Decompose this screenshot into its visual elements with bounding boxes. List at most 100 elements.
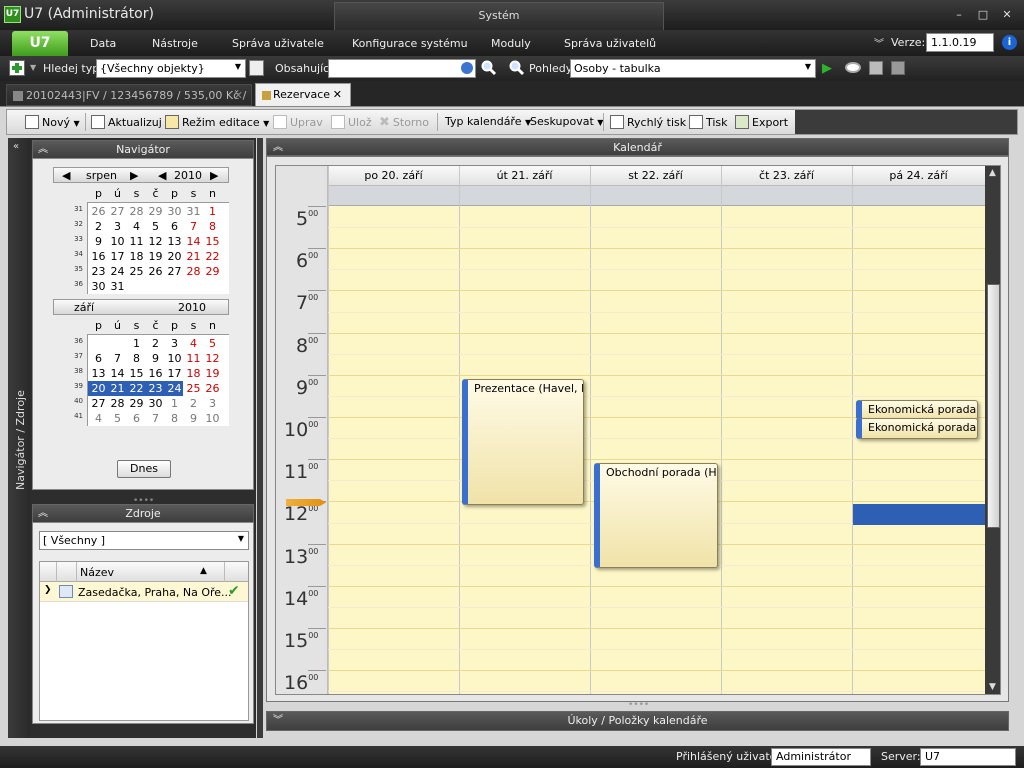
search-icon[interactable] <box>481 60 497 76</box>
calendar-header[interactable]: ︽ Kalendář <box>266 138 1009 156</box>
calendar-grid[interactable]: po 20. září út 21. září st 22. září čt 2… <box>275 165 1001 695</box>
calendar-day[interactable]: 2 <box>184 396 203 411</box>
calendar-day[interactable]: 2 <box>146 336 165 351</box>
contains-input[interactable] <box>328 59 476 78</box>
calendar-day[interactable]: 12 <box>146 234 165 249</box>
splitter-grip[interactable]: •••• <box>628 700 649 710</box>
calendar-day[interactable]: 5 <box>203 336 222 351</box>
resource-filter-select[interactable]: [ Všechny ] ▼ <box>39 531 249 550</box>
calendar-day[interactable]: 24 <box>165 381 184 396</box>
calendar-day[interactable]: 22 <box>203 249 222 264</box>
collapse-up-icon[interactable]: ︽ <box>38 141 48 159</box>
edit-mode-button[interactable]: Režim editace ▼ <box>165 115 269 129</box>
print-preview-icon[interactable] <box>869 61 883 75</box>
calendar-day[interactable]: 18 <box>184 366 203 381</box>
calendar-day[interactable]: 11 <box>184 351 203 366</box>
options-icon[interactable] <box>460 61 474 75</box>
calendar-day[interactable]: 1 <box>127 336 146 351</box>
calendar-day[interactable]: 16 <box>146 366 165 381</box>
checkmark-icon[interactable]: ✔ <box>228 583 240 599</box>
calendar-day[interactable]: 28 <box>108 396 127 411</box>
menu-sprava-uzivatele[interactable]: Správa uživatele <box>232 37 324 50</box>
calendar-day[interactable]: 18 <box>127 249 146 264</box>
menu-nastroje[interactable]: Nástroje <box>152 37 198 50</box>
sort-asc-icon[interactable]: ▲ <box>200 566 207 576</box>
calendar-day[interactable]: 6 <box>89 351 108 366</box>
close-button[interactable]: ✕ <box>998 7 1016 23</box>
column-name-header[interactable]: Název <box>80 566 114 579</box>
event-ekonomicka-porada-2[interactable]: Ekonomická porada <box>856 418 978 439</box>
calendar-day[interactable]: 21 <box>184 249 203 264</box>
export-button[interactable]: Export <box>735 115 788 129</box>
calendar-day[interactable]: 19 <box>146 249 165 264</box>
add-object-icon[interactable] <box>9 60 25 76</box>
event-ekonomicka-porada[interactable]: Ekonomická porada ( <box>856 400 978 420</box>
scrollbar-thumb[interactable] <box>987 284 1000 528</box>
calendar-day[interactable]: 14 <box>184 234 203 249</box>
calendar-day[interactable]: 5 <box>146 219 165 234</box>
save-button[interactable]: Ulož <box>331 115 372 129</box>
navigator-header[interactable]: ︽ Navigátor <box>32 140 254 159</box>
calendar-day[interactable]: 7 <box>146 411 165 426</box>
calendar-day[interactable]: 16 <box>89 249 108 264</box>
calendar-day[interactable]: 8 <box>127 351 146 366</box>
dropdown-arrow-icon[interactable]: ▼ <box>30 63 36 72</box>
calendar-day[interactable]: 10 <box>108 234 127 249</box>
next-year-icon[interactable]: ▶ <box>210 169 218 182</box>
event-prezentace[interactable]: Prezentace (Havel, R <box>462 379 584 505</box>
scroll-up-icon[interactable]: ▲ <box>989 168 996 178</box>
calendar-day[interactable]: 30 <box>165 204 184 219</box>
day-header[interactable]: po 20. září <box>328 169 459 182</box>
calendar-day[interactable]: 10 <box>203 411 222 426</box>
eye-icon[interactable] <box>845 62 861 73</box>
calendar-day[interactable]: 6 <box>165 219 184 234</box>
minimize-button[interactable]: – <box>950 7 968 23</box>
calendar-day[interactable]: 17 <box>165 366 184 381</box>
calendar-day[interactable]: 5 <box>108 411 127 426</box>
u7-menu-logo[interactable]: U7 <box>12 31 68 56</box>
print-button[interactable]: Tisk <box>689 115 728 129</box>
calendar-day[interactable]: 14 <box>108 366 127 381</box>
calendar-day[interactable]: 1 <box>203 204 222 219</box>
menu-konfigurace-systemu[interactable]: Konfigurace systému <box>352 37 468 50</box>
new-button[interactable]: Nový ▼ <box>25 115 80 129</box>
collapse-up-icon[interactable]: ︽ <box>273 139 283 156</box>
calendar-day[interactable]: 26 <box>89 204 108 219</box>
tasks-header[interactable]: ︾ Úkoly / Položky kalendáře <box>266 711 1009 731</box>
search-type-select[interactable]: {Všechny objekty} ▼ <box>96 59 246 78</box>
table-row[interactable]: ❯ Zasedačka, Praha, Na Oře... ✔ <box>40 582 248 602</box>
calendar-day[interactable]: 27 <box>108 204 127 219</box>
day-header[interactable]: pá 24. září <box>852 169 985 182</box>
calendar-day[interactable]: 7 <box>184 219 203 234</box>
views-select[interactable]: Osoby - tabulka ▼ <box>570 59 816 78</box>
calendar-day[interactable]: 31 <box>184 204 203 219</box>
calendar-day[interactable]: 23 <box>146 381 165 396</box>
zdroje-header[interactable]: ︽ Zdroje <box>32 504 254 523</box>
quick-print-button[interactable]: Rychlý tisk <box>610 115 686 129</box>
menu-data[interactable]: Data <box>90 37 116 50</box>
calendar-day[interactable]: 20 <box>89 381 108 396</box>
calendar-day[interactable]: 3 <box>108 219 127 234</box>
calendar-day[interactable]: 8 <box>203 219 222 234</box>
system-tab[interactable]: Systém <box>334 2 664 30</box>
calendar-day[interactable]: 24 <box>108 264 127 279</box>
calendar-day[interactable]: 4 <box>89 411 108 426</box>
calendar-day[interactable]: 8 <box>165 411 184 426</box>
calendar-day[interactable]: 13 <box>89 366 108 381</box>
calendar-scrollbar[interactable]: ▲ ▼ <box>985 166 1000 694</box>
calendar-day[interactable]: 29 <box>146 204 165 219</box>
calendar-day[interactable]: 25 <box>184 381 203 396</box>
calendar-day[interactable]: 30 <box>89 279 108 294</box>
day-header[interactable]: út 21. září <box>459 169 590 182</box>
event-obchodni-porada[interactable]: Obchodní porada (Hu <box>594 463 718 568</box>
calendar-day[interactable]: 2 <box>89 219 108 234</box>
collapse-left-icon[interactable]: « <box>13 141 19 152</box>
calendar-day[interactable]: 28 <box>127 204 146 219</box>
info-icon[interactable]: i <box>1002 35 1017 50</box>
calendar-day[interactable]: 17 <box>108 249 127 264</box>
calendar-day[interactable]: 9 <box>184 411 203 426</box>
day-header[interactable]: čt 23. září <box>721 169 852 182</box>
scroll-down-icon[interactable]: ▼ <box>989 682 996 692</box>
calendar-day[interactable]: 31 <box>108 279 127 294</box>
calendar-day[interactable]: 26 <box>203 381 222 396</box>
